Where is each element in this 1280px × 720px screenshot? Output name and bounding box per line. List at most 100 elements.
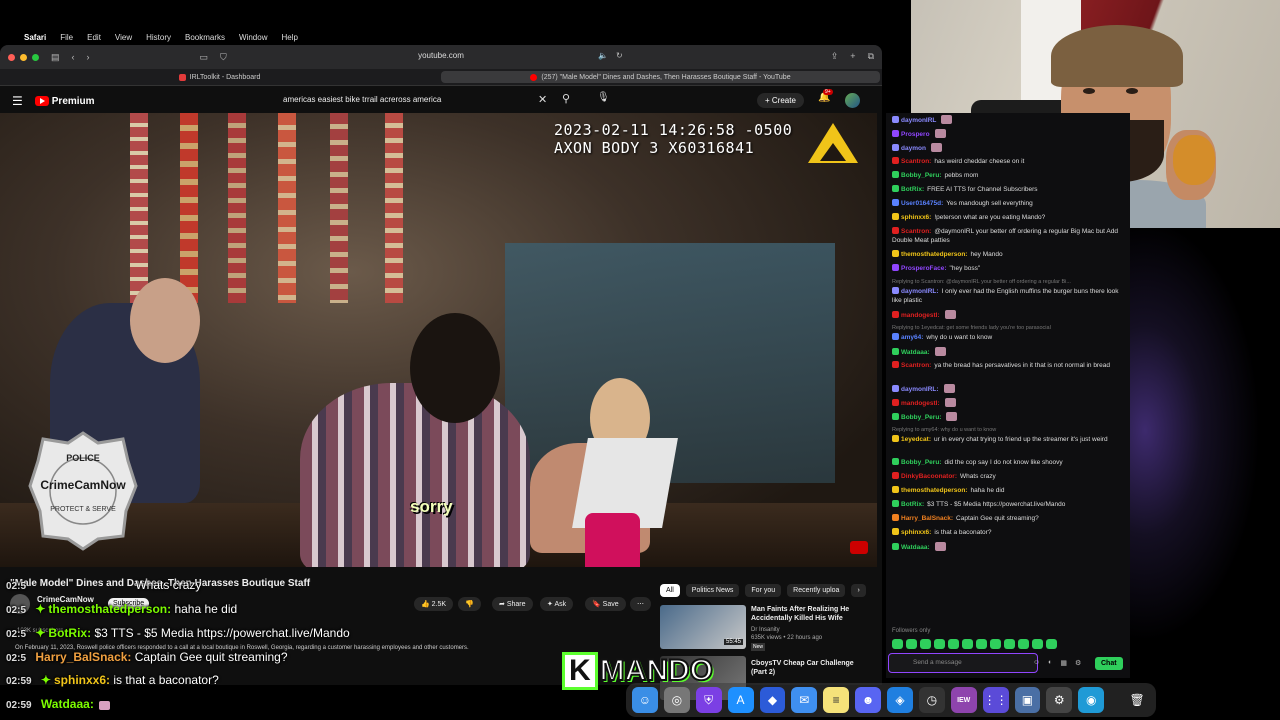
chat-message[interactable]: sphinxx6: is that a baconator? (892, 528, 1124, 537)
finder-icon[interactable]: ☺ (632, 687, 658, 713)
chat-username[interactable]: BotRix: (901, 186, 924, 193)
chat-message[interactable]: Scantron: ya the bread has persavatives i… (892, 361, 1124, 370)
chat-message[interactable]: themosthatedperson: hey Mando (892, 250, 1124, 259)
chat-send-button[interactable]: Chat (1095, 657, 1123, 670)
chat-username[interactable]: Bobby_Peru: (901, 172, 941, 179)
search-icon[interactable]: ⚲ (562, 92, 570, 105)
chat-username[interactable]: themosthatedperson: (901, 251, 967, 258)
tab-icon[interactable]: ▭ (200, 52, 209, 63)
save-button[interactable]: 🔖 Save (585, 597, 626, 611)
chat-message[interactable]: sphinxx6: !peterson what are you eating M… (892, 213, 1124, 222)
address-bar[interactable]: youtube.com (418, 51, 464, 60)
chat-username[interactable]: Bobby_Peru: (901, 414, 941, 421)
chat-message[interactable]: BotRix: $3 TTS - $5 Media https://powerch… (892, 500, 1124, 509)
chat-message[interactable]: ProsperoFace: "hey boss" (892, 264, 1124, 273)
safari-icon[interactable]: ◈ (887, 687, 913, 713)
emote-icon[interactable] (1018, 639, 1029, 649)
tab-irltoolkit[interactable]: IRLToolkit - Dashboard (0, 69, 439, 85)
sidebar-icon[interactable]: ▤ (51, 52, 60, 63)
chat-username[interactable]: ProsperoFace: (901, 265, 947, 272)
menu-item-view[interactable]: View (115, 33, 132, 42)
chat-message[interactable]: Bobby_Peru: did the cop say I do not know… (892, 458, 1124, 467)
chat-username[interactable]: Scantron: (901, 362, 931, 369)
chat-reply-context[interactable]: Replying to 1eyedcat: get some friends l… (892, 324, 1124, 333)
back-icon[interactable]: ‹ (72, 52, 75, 62)
chat-message[interactable]: themosthatedperson: haha he did (892, 486, 1124, 495)
launchpad-icon[interactable]: ◎ (663, 687, 690, 713)
notes-icon[interactable]: ≡ (823, 687, 850, 713)
browser-icon[interactable]: ◆ (759, 687, 786, 713)
menu-item-file[interactable]: File (60, 33, 73, 42)
emote-icon[interactable] (1046, 639, 1057, 649)
recommended-title[interactable]: Man Faints After Realizing He Accidental… (751, 605, 866, 623)
chat-username[interactable]: 1eyedcat: (901, 436, 931, 443)
emote-icon[interactable] (934, 639, 945, 649)
clear-search-icon[interactable]: ✕ (538, 93, 547, 106)
chat-message[interactable]: Bobby_Peru: pebbs mom (892, 171, 1124, 180)
settings-icon[interactable]: ⚙ (1075, 659, 1081, 667)
chat-message[interactable]: Replying to amy64: why do u want to know… (892, 426, 1124, 444)
chat-message[interactable]: Scantron: has weird cheddar cheese on it (892, 157, 1124, 166)
chat-reply-context[interactable]: Replying to Scantron: @daymonIRL your be… (892, 278, 1124, 287)
emote-icon[interactable] (990, 639, 1001, 649)
chat-message[interactable]: Harry_BalSnack: Captain Gee quit streamin… (892, 514, 1124, 523)
iew-icon[interactable]: IEW (950, 687, 977, 713)
menu-item-history[interactable]: History (146, 33, 171, 42)
chat-username[interactable]: Watdaaa: (901, 349, 930, 356)
tab-youtube[interactable]: (257) "Male Model" Dines and Dashes, The… (441, 71, 880, 83)
chat-username[interactable]: Prospero (901, 131, 930, 138)
chat-username[interactable]: Scantron: (901, 158, 931, 165)
chat-message[interactable]: User016475d: Yes mandough sell everything (892, 199, 1124, 208)
hamburger-menu-icon[interactable]: ☰ (12, 94, 23, 108)
points-icon[interactable]: ◐ (1048, 659, 1052, 667)
emote-icon[interactable] (1032, 639, 1043, 649)
chat-username[interactable]: DinkyBacoonator: (901, 473, 957, 480)
menu-item-help[interactable]: Help (281, 33, 297, 42)
speaker-icon[interactable]: 🔈 (598, 51, 608, 60)
chat-username[interactable]: daymonIRL: (901, 386, 939, 393)
more-actions-icon[interactable]: ⋯ (630, 597, 651, 611)
chat-username[interactable]: Scantron: (901, 228, 931, 235)
recommended-channel[interactable]: Dr Insanity (751, 627, 780, 633)
activity-icon[interactable]: ◷ (918, 687, 945, 713)
trash-icon[interactable]: 🗑 (1124, 687, 1150, 713)
chat-username[interactable]: daymonIRL: (901, 288, 939, 295)
chat-username[interactable]: BotRix: (901, 501, 924, 508)
share-button[interactable]: ➦ Share (492, 597, 533, 611)
forward-icon[interactable]: › (87, 52, 90, 62)
system-icon[interactable]: ◉ (1078, 687, 1105, 713)
chat-message[interactable]: Prospero (892, 129, 1124, 139)
chat-username[interactable]: daymon (901, 145, 926, 152)
menu-item-bookmarks[interactable]: Bookmarks (185, 33, 225, 42)
chat-username[interactable]: User016475d: (901, 200, 943, 207)
share-icon[interactable]: ⇪ (831, 51, 839, 62)
emote-icon[interactable] (906, 639, 917, 649)
minimize-window-button[interactable] (20, 53, 27, 61)
chat-message[interactable]: daymonIRL (892, 115, 1124, 125)
tab-overview-icon[interactable]: ⧉ (868, 51, 874, 62)
zoom-window-button[interactable] (32, 53, 39, 61)
search-input[interactable]: americas easiest bike trrail acreross am… (283, 95, 441, 104)
chat-message-input[interactable]: Send a message (888, 653, 1038, 673)
create-button[interactable]: + Create (757, 93, 804, 108)
grid-icon[interactable]: ⋮⋮ (982, 687, 1009, 713)
chat-reply-context[interactable]: Replying to amy64: why do u want to know (892, 426, 1124, 435)
microphone-icon[interactable]: 🎙 (597, 92, 610, 103)
vpn-icon[interactable]: ⛨ (695, 687, 722, 713)
reload-icon[interactable]: ↻ (616, 51, 623, 60)
chat-message[interactable]: DinkyBacoonator: Whats crazy (892, 472, 1124, 481)
emote-icon[interactable] (948, 639, 959, 649)
like-button[interactable]: 👍 2.5K (414, 597, 454, 611)
account-avatar[interactable] (845, 93, 860, 108)
chat-username[interactable]: sphinxx6: (901, 214, 931, 221)
chat-message[interactable]: BotRix: FREE AI TTS for Channel Subscribe… (892, 185, 1124, 194)
chip-all[interactable]: All (660, 584, 680, 597)
emote-icon[interactable] (976, 639, 987, 649)
chip-politics-news[interactable]: Politics News (685, 584, 740, 597)
menu-app-name[interactable]: Safari (24, 33, 46, 42)
recommended-video[interactable]: 55:45 Man Faints After Realizing He Acci… (660, 605, 875, 651)
chat-message[interactable]: Scantron: @daymonIRL your better off orde… (892, 227, 1124, 245)
chat-username[interactable]: amy64: (901, 334, 923, 341)
emote-icon[interactable] (920, 639, 931, 649)
chat-username[interactable]: themosthatedperson: (901, 487, 967, 494)
